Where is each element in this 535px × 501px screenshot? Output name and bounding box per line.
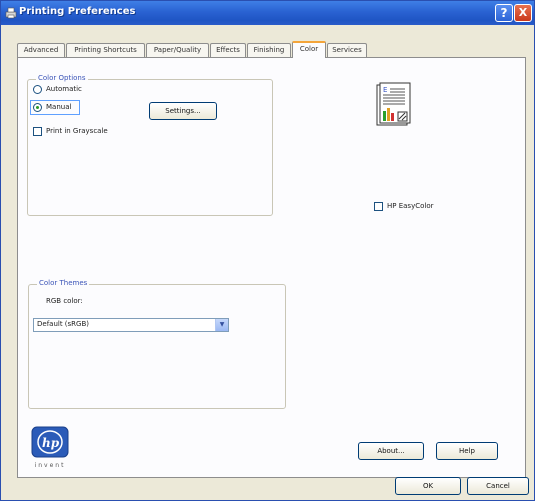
rgb-color-value: Default (sRGB) — [37, 320, 90, 328]
automatic-label[interactable]: Automatic — [46, 85, 82, 93]
hp-easycolor-label[interactable]: HP EasyColor — [387, 202, 434, 210]
tab-effects[interactable]: Effects — [210, 43, 246, 57]
help-icon[interactable]: ? — [495, 4, 513, 22]
tab-strip: Advanced Printing Shortcuts Paper/Qualit… — [17, 41, 517, 58]
tab-paper-quality[interactable]: Paper/Quality — [146, 43, 209, 57]
print-grayscale-checkbox[interactable] — [33, 127, 42, 136]
close-icon[interactable]: X — [514, 4, 532, 22]
tab-advanced[interactable]: Advanced — [17, 43, 65, 57]
color-themes-group: Color Themes RGB color: Default (sRGB) ▼ — [28, 279, 286, 409]
hp-easycolor-checkbox[interactable] — [374, 202, 383, 211]
dropdown-arrow-icon[interactable]: ▼ — [215, 319, 228, 331]
rgb-color-label: RGB color: — [46, 297, 83, 305]
title-bar[interactable]: Printing Preferences ? X — [1, 1, 534, 25]
manual-label[interactable]: Manual — [46, 103, 71, 111]
color-options-group: Color Options Automatic Manual Settings.… — [27, 74, 273, 216]
color-document-preview-icon: E — [376, 82, 411, 126]
color-options-legend: Color Options — [36, 74, 88, 82]
cancel-button[interactable]: Cancel — [467, 477, 529, 495]
tab-printing-shortcuts[interactable]: Printing Shortcuts — [66, 43, 145, 57]
rgb-color-select[interactable]: Default (sRGB) ▼ — [33, 318, 229, 332]
tab-panel-color: Color Options Automatic Manual Settings.… — [17, 57, 526, 478]
window-title: Printing Preferences — [19, 6, 136, 17]
settings-button[interactable]: Settings... — [149, 102, 217, 120]
hp-logo-icon: hp invent — [31, 426, 69, 470]
ok-button[interactable]: OK — [395, 477, 461, 495]
tab-services[interactable]: Services — [327, 43, 367, 57]
svg-text:E: E — [383, 86, 387, 94]
about-button[interactable]: About... — [358, 442, 424, 460]
print-grayscale-label[interactable]: Print in Grayscale — [46, 127, 108, 135]
printer-app-icon — [5, 7, 17, 19]
automatic-radio[interactable] — [33, 85, 42, 94]
help-button[interactable]: Help — [436, 442, 498, 460]
printing-preferences-dialog: Printing Preferences ? X Advanced Printi… — [0, 0, 535, 501]
svg-text:hp: hp — [42, 436, 60, 450]
tab-finishing[interactable]: Finishing — [247, 43, 291, 57]
tab-color[interactable]: Color — [292, 41, 326, 58]
manual-radio[interactable] — [33, 103, 42, 112]
color-themes-legend: Color Themes — [37, 279, 90, 287]
hp-logo-text: invent — [34, 462, 66, 469]
